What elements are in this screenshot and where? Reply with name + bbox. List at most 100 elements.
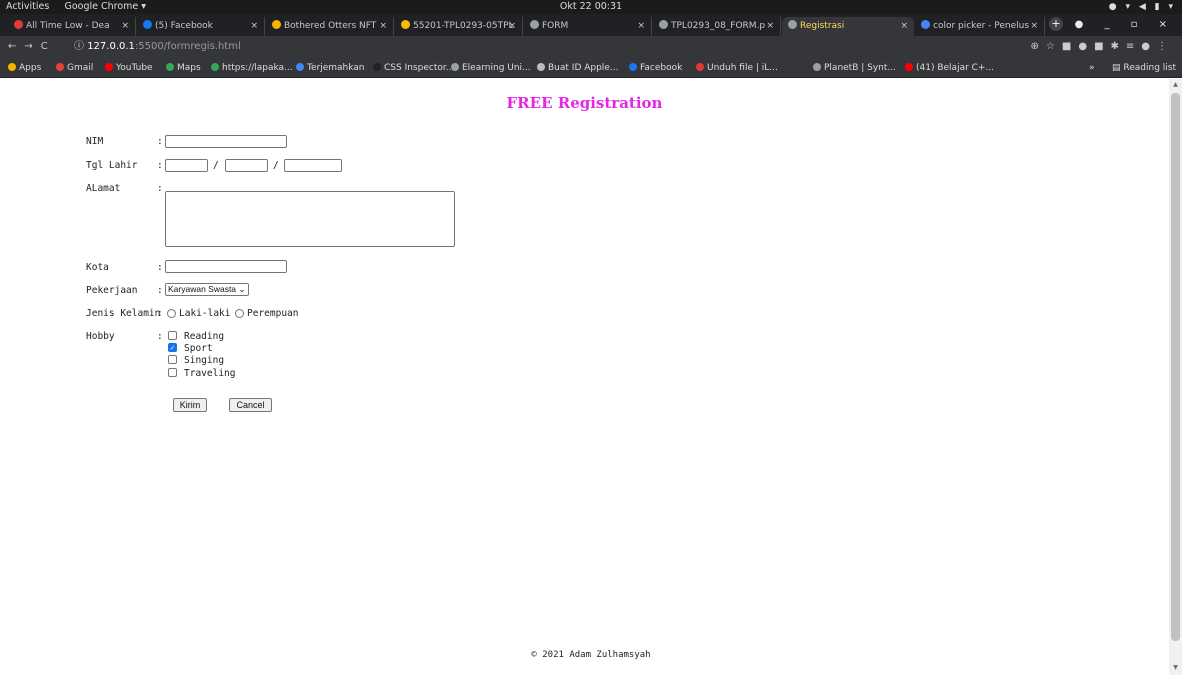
tab-close-icon[interactable]: ×	[250, 17, 258, 36]
checkbox-label-sport: Sport	[184, 343, 213, 354]
tab-color-picker[interactable]: color picker - Penelus ×	[915, 17, 1045, 36]
info-icon[interactable]: ⓘ	[74, 41, 84, 52]
colon: :	[157, 136, 163, 147]
colon: :	[157, 183, 163, 194]
globe-icon	[530, 20, 539, 29]
label-kota: Kota	[86, 262, 109, 273]
otter-icon	[272, 20, 281, 29]
youtube-icon	[105, 63, 113, 71]
tab-tpl0293-05[interactable]: 55201-TPL0293-05TPL ×	[395, 17, 523, 36]
youtube-icon	[905, 63, 913, 71]
bookmarks-overflow-icon[interactable]: »	[1089, 58, 1095, 78]
gmail-icon	[56, 63, 64, 71]
radio-perempuan[interactable]	[235, 309, 244, 318]
globe-icon	[451, 63, 459, 71]
checkbox-sport[interactable]: ✓	[168, 343, 177, 352]
tab-all-time-low[interactable]: All Time Low - Dea ×	[8, 17, 136, 36]
tab-tpl0293-08-form[interactable]: TPL0293_08_FORM.p ×	[653, 17, 781, 36]
bookmark-css-inspector[interactable]: CSS Inspector...	[373, 58, 454, 78]
bookmark-terjemahkan[interactable]: Terjemahkan	[296, 58, 365, 78]
tab-registrasi[interactable]: Registrasi ×	[782, 17, 914, 36]
radio-label-laki-laki: Laki-laki	[179, 308, 231, 319]
checkbox-singing[interactable]	[168, 355, 177, 364]
youtube-icon	[14, 20, 23, 29]
address-bar[interactable]: ⓘ 127.0.0.1:5500/formregis.html	[74, 36, 241, 58]
page-footer: © 2021 Adam Zulhamsyah	[531, 650, 651, 660]
bookmark-facebook[interactable]: Facebook	[629, 58, 682, 78]
radio-laki-laki[interactable]	[167, 309, 176, 318]
translate-icon	[296, 63, 304, 71]
tab-close-icon[interactable]: ×	[766, 17, 774, 36]
colon: :	[157, 308, 163, 319]
page-scrollbar[interactable]: ▲ ▼	[1169, 79, 1182, 675]
colon: :	[157, 331, 163, 342]
bookmark-lapaka[interactable]: https://lapaka...	[211, 58, 293, 78]
bookmark-maps[interactable]: Maps	[166, 58, 201, 78]
tab-close-icon[interactable]: ×	[637, 17, 645, 36]
birth-year-input[interactable]	[284, 159, 342, 172]
bookmark-youtube[interactable]: YouTube	[105, 58, 153, 78]
tab-close-icon[interactable]: ×	[121, 17, 129, 36]
bookmark-belajar-c[interactable]: (41) Belajar C+...	[905, 58, 994, 78]
bookmark-planetb[interactable]: PlanetB | Synt...	[813, 58, 896, 78]
checkbox-reading[interactable]	[168, 331, 177, 340]
label-alamat: ALamat	[86, 183, 121, 194]
chevron-down-icon: ⌄	[238, 284, 246, 294]
maps-icon	[166, 63, 174, 71]
globe-icon	[659, 20, 668, 29]
tab-close-icon[interactable]: ×	[379, 17, 387, 36]
alamat-textarea[interactable]	[165, 191, 455, 247]
checkbox-traveling[interactable]	[168, 368, 177, 377]
scroll-down-icon[interactable]: ▼	[1169, 664, 1182, 671]
os-clock[interactable]: Okt 22 00:31	[0, 0, 1182, 14]
label-hobby: Hobby	[86, 331, 115, 342]
globe-icon	[788, 20, 797, 29]
reading-list-button[interactable]: ▤ Reading list	[1112, 58, 1176, 78]
system-tray-icons[interactable]: ● ▾ ◀ ▮ ▾	[1109, 0, 1176, 14]
pekerjaan-select[interactable]: Karyawan Swasta ⌄	[165, 283, 249, 296]
slides-icon	[401, 20, 410, 29]
checkbox-label-singing: Singing	[184, 355, 225, 366]
bookmark-gmail[interactable]: Gmail	[56, 58, 93, 78]
kota-input[interactable]	[165, 260, 287, 273]
birth-day-input[interactable]	[165, 159, 208, 172]
tab-facebook[interactable]: (5) Facebook ×	[137, 17, 265, 36]
facebook-icon	[629, 63, 637, 71]
heart-icon	[696, 63, 704, 71]
kirim-button[interactable]: Kirim	[173, 398, 207, 412]
tab-close-icon[interactable]: ×	[900, 17, 908, 36]
birth-month-input[interactable]	[225, 159, 268, 172]
window-controls[interactable]: ● _ ▫ ×	[1075, 14, 1176, 36]
css-inspector-icon	[373, 63, 381, 71]
scroll-up-icon[interactable]: ▲	[1169, 81, 1182, 88]
new-tab-plus-icon[interactable]: +	[1049, 17, 1063, 31]
nav-buttons[interactable]: ←→C	[8, 36, 56, 58]
tab-close-icon[interactable]: ×	[508, 17, 516, 36]
scrollbar-thumb[interactable]	[1171, 93, 1180, 641]
colon: :	[157, 262, 163, 273]
label-nim: NIM	[86, 136, 104, 147]
bookmark-apple-id[interactable]: Buat ID Apple...	[537, 58, 618, 78]
checkbox-label-reading: Reading	[184, 331, 225, 342]
extension-icons[interactable]: ⊕☆■●■✱≡●⋮	[1031, 36, 1174, 58]
label-jenis-kelamin: Jenis Kelamin	[86, 308, 161, 319]
reading-list-icon: ▤	[1112, 63, 1124, 73]
cancel-button[interactable]: Cancel	[229, 398, 272, 412]
apps-grid-icon	[8, 63, 16, 71]
colon: :	[157, 160, 163, 171]
bookmark-unduh-file[interactable]: Unduh file | iL...	[696, 58, 778, 78]
radio-label-perempuan: Perempuan	[247, 308, 299, 319]
bookmark-elearning[interactable]: Elearning Uni...	[451, 58, 531, 78]
tab-close-icon[interactable]: ×	[1030, 17, 1038, 36]
browser-toolbar: ←→C ⓘ 127.0.0.1:5500/formregis.html ⊕☆■●…	[0, 36, 1182, 58]
date-separator: /	[273, 160, 279, 171]
nim-input[interactable]	[165, 135, 287, 148]
bookmark-apps[interactable]: Apps	[8, 58, 41, 78]
tab-form[interactable]: FORM ×	[524, 17, 652, 36]
tab-bothered-otters[interactable]: Bothered Otters NFT ×	[266, 17, 394, 36]
label-pekerjaan: Pekerjaan	[86, 285, 138, 296]
apple-icon	[537, 63, 545, 71]
colon: :	[157, 285, 163, 296]
facebook-icon	[143, 20, 152, 29]
os-top-bar: Activities Google Chrome ▾ Okt 22 00:31 …	[0, 0, 1182, 14]
